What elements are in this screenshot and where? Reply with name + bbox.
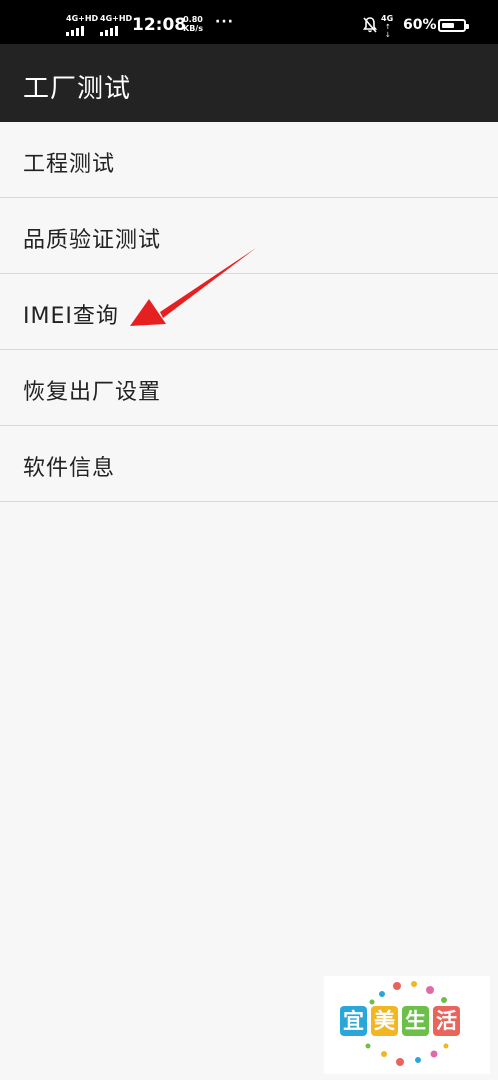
menu-item-imei-query[interactable]: IMEI查询 <box>0 274 498 350</box>
watermark-char: 活 <box>433 1006 460 1036</box>
data-network-icon: 4G ↑ ↓ <box>381 14 399 39</box>
bell-muted-icon <box>363 17 377 33</box>
menu-item-software-info[interactable]: 软件信息 <box>0 426 498 502</box>
menu-item-label: 工程测试 <box>23 152 116 177</box>
menu-item-factory-reset[interactable]: 恢复出厂设置 <box>0 350 498 426</box>
status-bar: 4G+HD 4G+HD 12:08 0.80 KB/s ··· 4G ↑ ↓ 60… <box>0 0 498 44</box>
menu-item-label: IMEI查询 <box>23 304 119 329</box>
network-speed-value: 0.80 <box>183 15 203 24</box>
battery-icon <box>438 19 469 32</box>
clock: 12:08 <box>132 15 187 35</box>
overflow-notifications-icon: ··· <box>215 14 234 30</box>
watermark-logo: 宜 美 生 活 <box>324 976 490 1074</box>
watermark-char: 生 <box>402 1006 429 1036</box>
menu-item-quality-verification-test[interactable]: 品质验证测试 <box>0 198 498 274</box>
app-bar: 工厂测试 <box>0 44 498 122</box>
sim2-network-label: 4G+HD <box>100 14 133 23</box>
menu-item-label: 恢复出厂设置 <box>23 380 162 405</box>
factory-test-menu: 工程测试 品质验证测试 IMEI查询 恢复出厂设置 软件信息 <box>0 122 498 502</box>
sim1-signal-icon: 4G+HD <box>66 14 99 38</box>
watermark-char: 宜 <box>340 1006 367 1036</box>
sim1-network-label: 4G+HD <box>66 14 99 23</box>
menu-item-engineering-test[interactable]: 工程测试 <box>0 122 498 198</box>
network-speed-unit: KB/s <box>183 24 203 33</box>
network-speed: 0.80 KB/s <box>183 15 203 33</box>
sim2-signal-icon: 4G+HD <box>100 14 133 38</box>
data-network-label: 4G <box>381 14 394 23</box>
watermark-char: 美 <box>371 1006 398 1036</box>
page-title: 工厂测试 <box>23 74 132 104</box>
menu-item-label: 品质验证测试 <box>23 228 162 253</box>
battery-percent: 60% <box>403 17 437 33</box>
menu-item-label: 软件信息 <box>23 456 116 481</box>
